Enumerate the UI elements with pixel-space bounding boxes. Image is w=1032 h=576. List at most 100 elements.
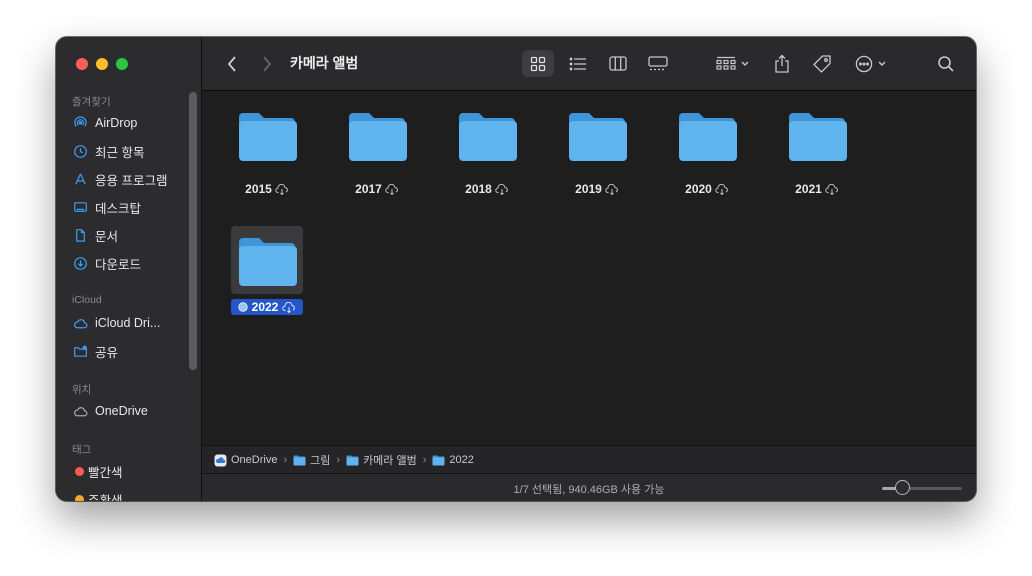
- list-icon: [569, 57, 586, 70]
- forward-button[interactable]: [257, 54, 277, 74]
- cloud-download-icon: [275, 183, 288, 195]
- applications-icon: [72, 171, 88, 187]
- folder-name: 2018: [465, 182, 492, 196]
- folder-name: 2021: [795, 182, 822, 196]
- chevron-right-icon: [263, 56, 272, 72]
- icon-size-slider-knob[interactable]: [894, 480, 910, 495]
- columns-icon: [609, 56, 627, 71]
- path-crumb-label: 2022: [449, 454, 474, 466]
- folder-item[interactable]: 2021: [772, 111, 862, 198]
- folder-icon: [459, 113, 517, 161]
- folder-icon: [679, 113, 737, 161]
- selected-folder-label[interactable]: 2022: [231, 299, 303, 315]
- cloud-download-icon: [715, 183, 728, 195]
- sidebar-item-label: 문서: [95, 229, 119, 244]
- chevron-down-icon: [741, 61, 748, 66]
- more-actions-button[interactable]: [850, 50, 890, 77]
- finder-window: 즐겨찾기 AirDrop 최근 항목 응용 프로그램 데스크탑 문서 다운로드 …: [56, 37, 976, 501]
- tag-icon: [813, 54, 831, 73]
- airdrop-icon: [72, 115, 88, 131]
- sidebar-scrollbar[interactable]: [189, 92, 197, 370]
- sidebar-item-label: 최근 항목: [95, 145, 145, 160]
- status-text: 1/7 선택됨, 940.46GB 사용 가능: [513, 484, 665, 496]
- cloud-download-icon: [495, 183, 508, 195]
- sidebar-item-shared[interactable]: 공유: [72, 341, 192, 361]
- path-crumb-label: OneDrive: [231, 454, 278, 466]
- folder-icon: [239, 113, 297, 161]
- folder-icon: [293, 455, 306, 465]
- sidebar-item-documents[interactable]: 문서: [72, 225, 192, 245]
- sidebar-section-favorites: 즐겨찾기: [72, 96, 111, 108]
- folder-item[interactable]: 2017: [332, 111, 422, 198]
- sidebar-item-icloud-drive[interactable]: iCloud Dri...: [72, 313, 192, 333]
- path-crumb-label: 그림: [310, 455, 331, 467]
- search-button[interactable]: [932, 50, 960, 77]
- path-crumb-2022[interactable]: 2022: [432, 454, 474, 466]
- folder-item[interactable]: 2015: [222, 111, 312, 198]
- search-icon: [938, 55, 954, 72]
- shared-folder-icon: [72, 343, 88, 359]
- sidebar-item-label: 다운로드: [95, 257, 142, 272]
- share-button[interactable]: [768, 50, 796, 77]
- main-area: 카메라 앨범 2015 2017 2018 2019 2020 2021 202…: [202, 37, 976, 501]
- folder-name: 2020: [685, 182, 712, 196]
- minimize-window-button[interactable]: [96, 58, 108, 70]
- sidebar-item-label: 응용 프로그램: [95, 173, 168, 188]
- folder-name: 2022: [251, 300, 279, 314]
- folder-item[interactable]: 2019: [552, 111, 642, 198]
- sidebar-item-applications[interactable]: 응용 프로그램: [72, 169, 192, 189]
- icon-view-button[interactable]: [522, 50, 554, 77]
- sidebar-item-label: OneDrive: [95, 404, 148, 418]
- sidebar-tag-red[interactable]: 빨간색: [72, 461, 192, 481]
- chevron-down-icon: [878, 61, 885, 66]
- folder-icon: [239, 238, 297, 286]
- group-by-button[interactable]: [712, 50, 752, 77]
- ellipsis-circle-icon: [855, 55, 872, 72]
- sidebar-item-label: 공유: [95, 345, 119, 360]
- path-crumb-pictures[interactable]: 그림: [293, 452, 330, 468]
- group-grid-icon: [715, 56, 736, 70]
- sidebar: 즐겨찾기 AirDrop 최근 항목 응용 프로그램 데스크탑 문서 다운로드 …: [56, 37, 202, 501]
- sidebar-item-onedrive[interactable]: OneDrive: [72, 401, 192, 421]
- sidebar-item-recents[interactable]: 최근 항목: [72, 141, 192, 161]
- sidebar-item-label: 주황색: [88, 493, 123, 502]
- cloud-icon: [72, 403, 88, 419]
- red-tag-dot-icon: [75, 466, 84, 476]
- clock-icon: [72, 143, 88, 159]
- folder-icon: [346, 455, 359, 465]
- share-icon: [775, 54, 789, 73]
- grid-icon: [530, 56, 546, 71]
- tag-button[interactable]: [808, 50, 836, 77]
- sidebar-section-icloud: iCloud: [72, 294, 102, 306]
- chevron-left-icon: [227, 56, 236, 72]
- back-button[interactable]: [222, 54, 242, 74]
- folder-name: 2015: [245, 182, 272, 196]
- sidebar-item-downloads[interactable]: 다운로드: [72, 253, 192, 273]
- path-crumb-camera-roll[interactable]: 카메라 앨범: [346, 452, 417, 468]
- path-crumb-onedrive[interactable]: OneDrive: [214, 454, 277, 467]
- sidebar-item-desktop[interactable]: 데스크탑: [72, 197, 192, 217]
- column-view-button[interactable]: [602, 50, 634, 77]
- sidebar-item-label: iCloud Dri...: [95, 316, 161, 330]
- folder-item-selected[interactable]: [222, 236, 312, 293]
- download-icon: [72, 255, 88, 271]
- folder-item[interactable]: 2018: [442, 111, 532, 198]
- folder-icon: [569, 113, 627, 161]
- folder-item[interactable]: 2020: [662, 111, 752, 198]
- cloud-download-icon: [605, 183, 618, 195]
- list-view-button[interactable]: [562, 50, 594, 77]
- sidebar-item-airdrop[interactable]: AirDrop: [72, 113, 192, 133]
- folder-name: 2017: [355, 182, 382, 196]
- folder-icon: [789, 113, 847, 161]
- gallery-icon: [648, 55, 668, 70]
- file-grid: 2015 2017 2018 2019 2020 2021 2022: [202, 91, 976, 445]
- orange-tag-dot-icon: [75, 494, 84, 501]
- gallery-view-button[interactable]: [642, 50, 674, 77]
- folder-name: 2019: [575, 182, 602, 196]
- folder-icon: [432, 455, 445, 465]
- folder-icon: [349, 113, 407, 161]
- close-window-button[interactable]: [76, 58, 88, 70]
- path-separator: ›: [422, 454, 427, 466]
- zoom-window-button[interactable]: [116, 58, 128, 70]
- sidebar-tag-orange[interactable]: 주황색: [72, 489, 192, 501]
